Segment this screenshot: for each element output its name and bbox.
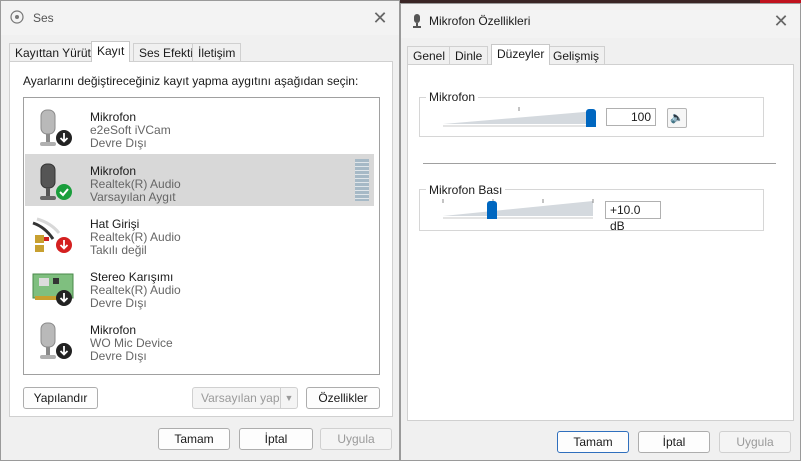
microphone-boost-slider[interactable] [441, 199, 601, 219]
tab-communications[interactable]: İletişim [192, 43, 242, 61]
microphone-level-value[interactable]: 100 [606, 108, 656, 126]
window-title: Mikrofon Özellikleri [429, 14, 531, 28]
microphone-properties-window: Mikrofon Özellikleri ✕ Genel Dinle Düzey… [400, 3, 801, 461]
list-item[interactable]: Mikrofon e2eSoft iVCam Devre Dışı [25, 100, 374, 152]
device-name: Mikrofon [90, 164, 137, 178]
slider-thumb[interactable] [487, 201, 497, 219]
set-default-button[interactable]: Varsayılan yap ▼ [192, 387, 298, 409]
ok-button[interactable]: Tamam [158, 428, 230, 450]
device-driver: Realtek(R) Audio [90, 177, 181, 191]
chevron-down-icon[interactable]: ▼ [280, 388, 297, 408]
microphone-level-slider[interactable] [441, 107, 601, 127]
instruction-text: Ayarlarını değiştireceğiniz kayıt yapma … [23, 74, 359, 88]
list-item-selected[interactable]: Mikrofon Realtek(R) Audio Varsayılan Ayg… [25, 154, 374, 206]
tab-advanced[interactable]: Gelişmiş [547, 46, 606, 64]
device-list[interactable]: Mikrofon e2eSoft iVCam Devre Dışı Mikrof… [23, 97, 380, 375]
sound-window: Ses ✕ Kayıttan Yürüt Kayıt Ses Efekti İl… [0, 0, 400, 461]
speaker-app-icon [9, 10, 25, 26]
tab-sound-effects[interactable]: Ses Efekti [133, 43, 200, 61]
device-name: Mikrofon [90, 110, 137, 124]
configure-button[interactable]: Yapılandır [23, 387, 98, 409]
cancel-button[interactable]: İptal [638, 431, 710, 453]
set-default-label: Varsayılan yap [201, 391, 280, 405]
tab-listen[interactable]: Dinle [449, 46, 489, 64]
device-driver: Realtek(R) Audio [90, 230, 181, 244]
level-meter [355, 159, 369, 201]
tab-recording[interactable]: Kayıt [91, 41, 131, 62]
title-bar: Ses ✕ [1, 1, 399, 35]
close-icon[interactable]: ✕ [770, 10, 792, 32]
circuit-board-icon [32, 273, 74, 306]
boost-value[interactable]: +10.0 dB [605, 201, 661, 233]
device-status: Varsayılan Aygıt [90, 190, 176, 204]
slider-thumb[interactable] [586, 109, 596, 127]
device-driver: WO Mic Device [90, 336, 173, 350]
tab-playback[interactable]: Kayıttan Yürüt [9, 43, 97, 61]
audio-cable-icon [32, 217, 72, 253]
apply-button[interactable]: Uygula [320, 428, 392, 450]
device-name: Mikrofon [90, 323, 137, 337]
device-status: Devre Dışı [90, 296, 147, 310]
microphone-icon [40, 109, 72, 146]
boost-group-label: Mikrofon Bası [426, 183, 506, 197]
tab-levels[interactable]: Düzeyler [491, 44, 551, 65]
title-bar: Mikrofon Özellikleri ✕ [401, 4, 800, 38]
device-status: Devre Dışı [90, 136, 147, 150]
device-status: Takılı değil [90, 243, 147, 257]
apply-button[interactable]: Uygula [719, 431, 791, 453]
separator [423, 163, 776, 164]
cancel-button[interactable]: İptal [239, 428, 313, 450]
list-item[interactable]: Hat Girişi Realtek(R) Audio Takılı değil [25, 207, 374, 259]
list-item[interactable]: Mikrofon WO Mic Device Devre Dışı [25, 313, 374, 365]
microphone-group-label: Mikrofon [426, 90, 479, 104]
device-status: Devre Dışı [90, 349, 147, 363]
device-name: Hat Girişi [90, 217, 140, 231]
microphone-icon [40, 163, 72, 200]
microphone-app-icon [409, 13, 425, 29]
device-name: Stereo Karışımı [90, 270, 174, 284]
tab-general[interactable]: Genel [407, 46, 452, 64]
speaker-mute-icon[interactable]: 🔈 [667, 108, 687, 128]
microphone-icon [40, 322, 72, 359]
window-title: Ses [33, 11, 54, 25]
ok-button[interactable]: Tamam [557, 431, 629, 453]
device-driver: e2eSoft iVCam [90, 123, 171, 137]
list-item[interactable]: Stereo Karışımı Realtek(R) Audio Devre D… [25, 260, 374, 312]
device-driver: Realtek(R) Audio [90, 283, 181, 297]
close-icon[interactable]: ✕ [369, 7, 391, 29]
properties-button[interactable]: Özellikler [306, 387, 380, 409]
